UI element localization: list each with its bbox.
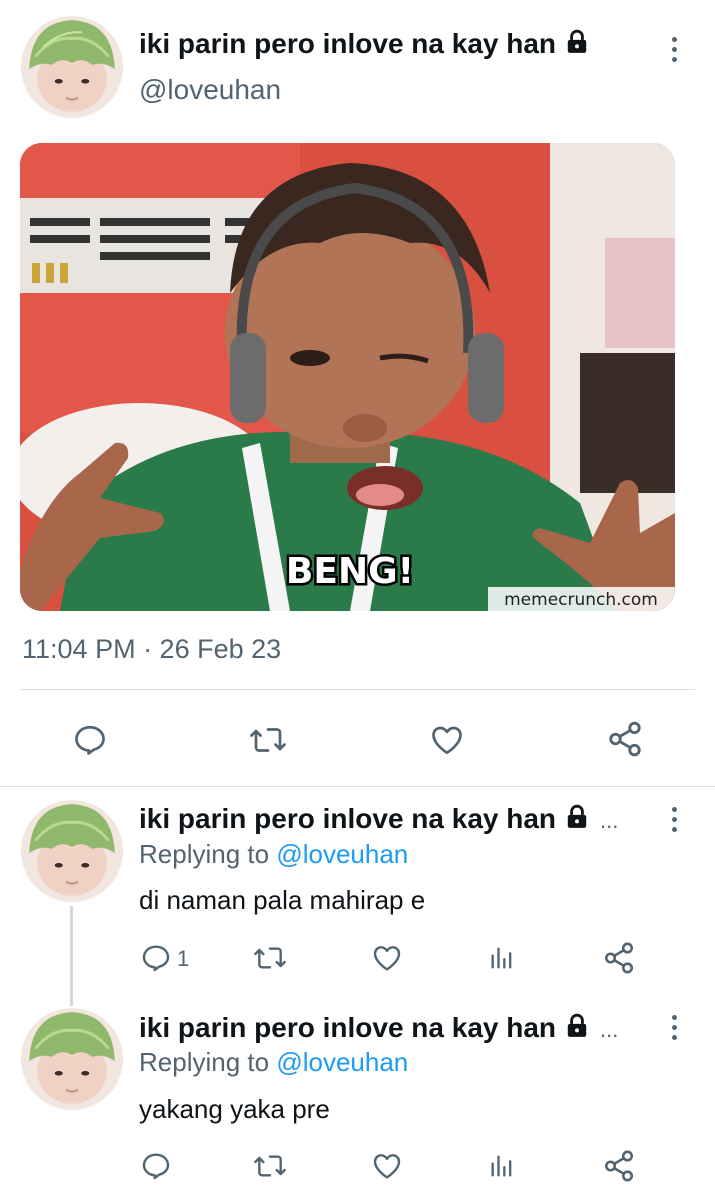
thread-connector-line bbox=[70, 906, 73, 1006]
author-avatar[interactable] bbox=[21, 16, 123, 118]
more-options-icon[interactable] bbox=[664, 1015, 684, 1040]
meme-watermark: memecrunch.com bbox=[504, 590, 658, 610]
meme-photo: BENG! memecrunch.com bbox=[20, 143, 675, 611]
meme-caption: BENG! bbox=[286, 551, 414, 592]
views-icon[interactable] bbox=[488, 942, 516, 974]
replying-to: Replying to @loveuhan bbox=[139, 839, 408, 870]
lock-icon bbox=[567, 29, 587, 53]
reply-icon[interactable] bbox=[140, 1150, 172, 1182]
like-icon[interactable] bbox=[370, 1150, 404, 1182]
like-icon[interactable] bbox=[428, 722, 466, 758]
display-name-text: iki parin pero inlove na kay han bbox=[139, 1012, 557, 1043]
reply-count: 1 bbox=[177, 946, 190, 971]
like-icon[interactable] bbox=[370, 942, 404, 974]
reply-display-name[interactable]: iki parin pero inlove na kay han... bbox=[139, 1012, 618, 1044]
avatar-image bbox=[21, 800, 123, 902]
views-icon[interactable] bbox=[488, 1150, 516, 1182]
name-truncation: ... bbox=[600, 1017, 619, 1042]
reply-avatar[interactable] bbox=[21, 1008, 123, 1110]
display-name-text: iki parin pero inlove na kay han bbox=[139, 28, 557, 59]
retweet-icon[interactable] bbox=[248, 722, 288, 758]
divider bbox=[0, 786, 715, 787]
reply-icon[interactable] bbox=[140, 942, 172, 974]
reply-avatar[interactable] bbox=[21, 800, 123, 902]
tweet-timestamp[interactable]: 11:04 PM · 26 Feb 23 bbox=[22, 634, 281, 665]
tweet-media-image[interactable]: BENG! memecrunch.com bbox=[20, 143, 675, 611]
lock-icon bbox=[567, 1013, 587, 1037]
reply-text: yakang yaka pre bbox=[139, 1094, 330, 1124]
replying-to-prefix: Replying to bbox=[139, 839, 270, 869]
share-icon[interactable] bbox=[602, 941, 636, 975]
avatar-image bbox=[21, 16, 123, 118]
lock-icon bbox=[567, 804, 587, 828]
share-icon[interactable] bbox=[602, 1149, 636, 1183]
reply-text: di naman pala mahirap e bbox=[139, 885, 426, 915]
share-icon[interactable] bbox=[606, 720, 644, 758]
replying-to-handle[interactable]: @loveuhan bbox=[276, 839, 408, 869]
replying-to: Replying to @loveuhan bbox=[139, 1047, 408, 1078]
retweet-icon[interactable] bbox=[252, 942, 288, 974]
more-options-icon[interactable] bbox=[664, 807, 684, 832]
reply-icon[interactable] bbox=[72, 722, 108, 758]
author-handle[interactable]: @loveuhan bbox=[139, 74, 281, 106]
name-truncation: ... bbox=[600, 808, 619, 833]
replying-to-prefix: Replying to bbox=[139, 1047, 270, 1077]
retweet-icon[interactable] bbox=[252, 1150, 288, 1182]
avatar-image bbox=[21, 1008, 123, 1110]
replying-to-handle[interactable]: @loveuhan bbox=[276, 1047, 408, 1077]
display-name-text: iki parin pero inlove na kay han bbox=[139, 803, 557, 834]
divider bbox=[20, 689, 695, 690]
author-display-name[interactable]: iki parin pero inlove na kay han bbox=[139, 28, 590, 60]
reply-display-name[interactable]: iki parin pero inlove na kay han... bbox=[139, 803, 618, 835]
more-options-icon[interactable] bbox=[664, 37, 684, 62]
